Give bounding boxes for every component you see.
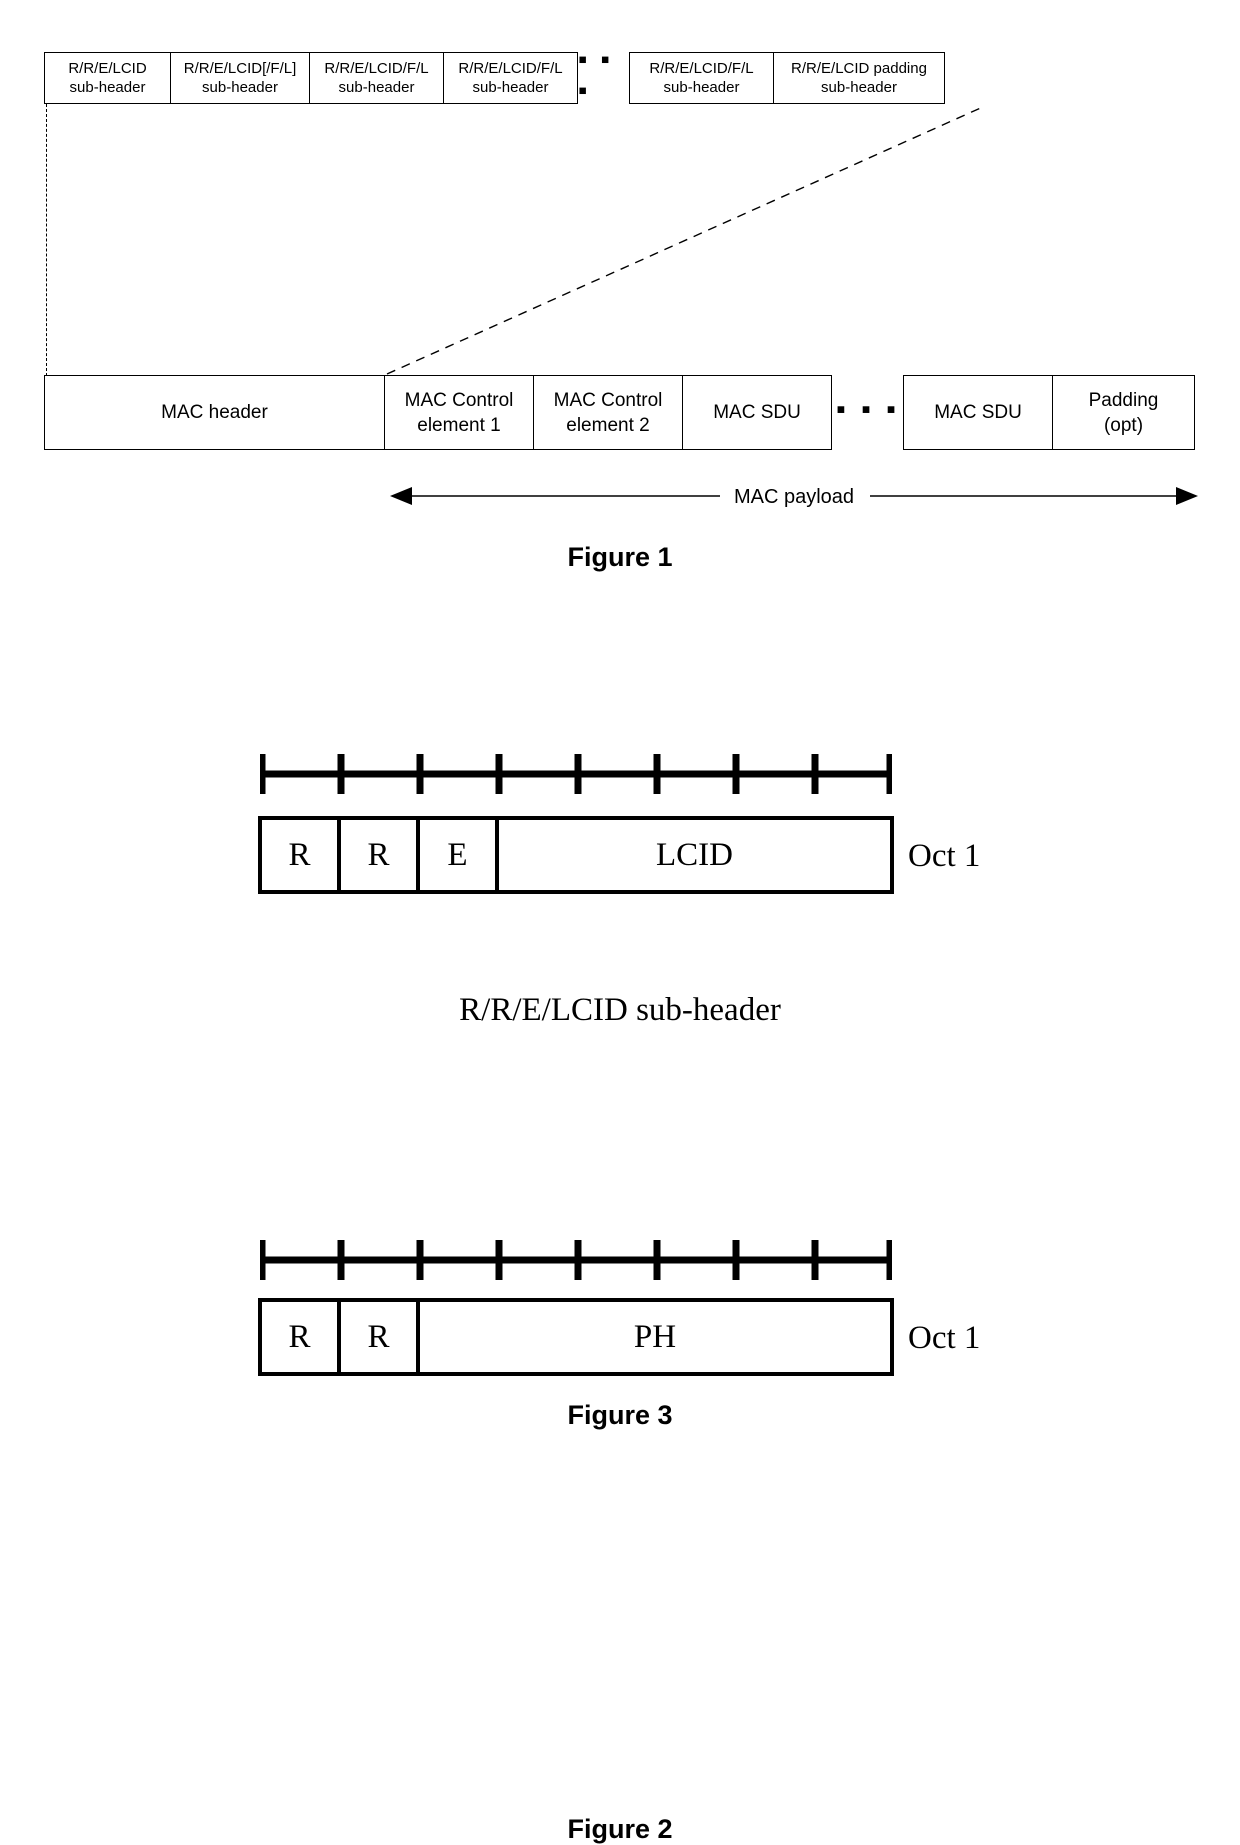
mac-payload-measure: MAC payload [390, 482, 1198, 512]
figure-2-field-lcid[interactable]: LCID [499, 820, 890, 890]
mac-header-label: MAC header [161, 402, 268, 423]
figure-3-field-r2-label: R [367, 1318, 390, 1355]
subheader-box-3[interactable]: R/R/E/LCID/F/L sub-header [309, 52, 444, 104]
mac-payload-label: MAC payload [733, 485, 855, 508]
subheader-box-2-line2: sub-header [202, 79, 278, 96]
figure-3-field-ph[interactable]: PH [420, 1302, 890, 1372]
mac-control-element-1-box[interactable]: MAC Control element 1 [384, 375, 534, 450]
subheader-box-5[interactable]: R/R/E/LCID/F/L sub-header [629, 52, 774, 104]
figure-2-field-e-label: E [447, 836, 468, 873]
mac-control-element-2-line2: element 2 [566, 414, 650, 436]
figure-3-field-r1[interactable]: R [262, 1302, 341, 1372]
figure-2-field-row: R R E LCID [258, 816, 894, 894]
figure-1: R/R/E/LCID sub-header R/R/E/LCID[/F/L] s… [0, 0, 1240, 600]
subheader-box-3-line2: sub-header [338, 79, 415, 96]
mac-pdu-strip: MAC header MAC Control element 1 MAC Con… [44, 375, 1195, 450]
subheader-box-6-line1: R/R/E/LCID padding [791, 60, 927, 77]
payload-ellipsis: ▪ ▪ ▪ [836, 394, 900, 424]
mac-sdu-box-1[interactable]: MAC SDU [682, 375, 832, 450]
figure-2-field-r2[interactable]: R [341, 820, 420, 890]
mac-sdu-box-2[interactable]: MAC SDU [903, 375, 1053, 450]
subheader-box-1-line1: R/R/E/LCID [68, 60, 147, 77]
figure-2-field-r1[interactable]: R [262, 820, 341, 890]
subheader-box-2-line1: R/R/E/LCID[/F/L] [183, 60, 297, 77]
subheader-box-1[interactable]: R/R/E/LCID sub-header [44, 52, 171, 104]
mac-sdu-box-1-label: MAC SDU [713, 402, 801, 423]
mac-header-box[interactable]: MAC header [44, 375, 385, 450]
subheader-box-6-line2: sub-header [821, 79, 897, 96]
figure-2-field-e[interactable]: E [420, 820, 499, 890]
mac-sdu-box-2-label: MAC SDU [934, 402, 1022, 423]
subheader-box-4[interactable]: R/R/E/LCID/F/L sub-header [443, 52, 578, 104]
figure-3-field-ph-label: PH [633, 1318, 677, 1355]
subheader-box-5-line2: sub-header [663, 79, 740, 96]
subheader-box-4-line1: R/R/E/LCID/F/L [458, 60, 563, 77]
subheader-box-3-line1: R/R/E/LCID/F/L [324, 60, 429, 77]
figure-2-bit-ruler [260, 754, 892, 794]
mac-control-element-2-box[interactable]: MAC Control element 2 [533, 375, 683, 450]
figure-3-field-r2[interactable]: R [341, 1302, 420, 1372]
figure-3-oct-label: Oct 1 [908, 1320, 981, 1356]
mac-control-element-1-line1: MAC Control [404, 389, 514, 411]
padding-box-line1: Padding [1088, 389, 1159, 411]
figure-3: R R PH Oct 1 Figure 3 [0, 1228, 1240, 1430]
subheader-box-2[interactable]: R/R/E/LCID[/F/L] sub-header [170, 52, 310, 104]
figure-2-field-lcid-label: LCID [656, 836, 733, 873]
figure-3-bit-ruler [260, 1240, 892, 1280]
padding-box-line2: (opt) [1103, 414, 1144, 436]
figure-2-caption: Figure 2 [567, 1814, 673, 1844]
figure-3-caption: Figure 3 [567, 1400, 673, 1430]
figure-2-field-r1-label: R [288, 836, 311, 873]
figure-2-field-r2-label: R [367, 836, 390, 873]
mac-control-element-2-line1: MAC Control [553, 389, 663, 411]
subheader-box-1-line2: sub-header [69, 79, 146, 96]
subheader-box-6[interactable]: R/R/E/LCID padding sub-header [773, 52, 945, 104]
subheader-box-4-line2: sub-header [472, 79, 549, 96]
figure-2-subcaption: R/R/E/LCID sub-header [459, 992, 781, 1028]
mac-control-element-1-line2: element 1 [417, 414, 501, 436]
padding-box[interactable]: Padding (opt) [1052, 375, 1195, 450]
figure-3-field-row: R R PH [258, 1298, 894, 1376]
subheader-strip: R/R/E/LCID sub-header R/R/E/LCID[/F/L] s… [44, 44, 945, 105]
figure-1-caption: Figure 1 [567, 542, 673, 572]
subheader-ellipsis: ▪ ▪ ▪ [578, 44, 613, 105]
subheader-box-5-line1: R/R/E/LCID/F/L [649, 60, 754, 77]
figure-2-oct-label: Oct 1 [908, 838, 981, 874]
figure-3-field-r1-label: R [288, 1318, 311, 1355]
figure-2: R R E LCID Oct 1 R/R/E/LCID sub-header F… [0, 740, 1240, 1844]
